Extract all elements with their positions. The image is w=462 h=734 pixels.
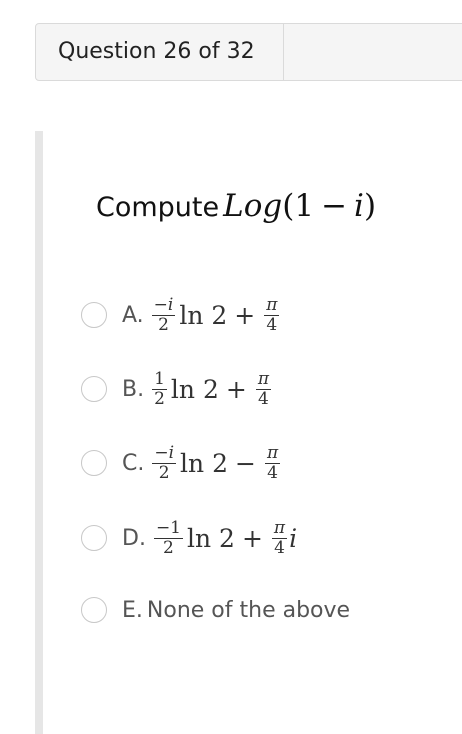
fraction: 1 2 — [152, 368, 167, 409]
ln-term: ln 2 — [180, 448, 228, 478]
expr-close: ) — [363, 188, 377, 224]
fraction-numerator: π — [271, 517, 288, 539]
question-prompt-label: Compute — [96, 192, 220, 223]
option-math: −i 2 ln 2 − π 4 — [150, 442, 282, 483]
question-counter: Question 26 of 32 — [58, 39, 255, 64]
fraction-numerator: −1 — [153, 517, 183, 539]
fraction-denominator: 2 — [158, 462, 170, 483]
question-prompt: Compute Log(1− i) — [96, 187, 376, 227]
option-math: −i 2 ln 2 + π 4 — [150, 294, 282, 335]
imag-unit: i — [289, 523, 298, 553]
fraction-denominator: 4 — [267, 462, 278, 483]
fraction-numerator: π — [264, 442, 281, 464]
answer-option-d[interactable]: D. −1 2 ln 2 + π 4 i — [81, 518, 297, 558]
option-letter: C. — [122, 450, 145, 476]
fraction: π 4 — [264, 294, 280, 335]
ln-term: ln 2 — [170, 374, 219, 404]
expr-fn: Log — [223, 188, 283, 224]
fraction-numerator: 1 — [152, 368, 167, 390]
fraction: π 4 — [255, 368, 272, 409]
radio-button[interactable] — [81, 597, 107, 623]
fraction: −1 2 — [153, 517, 183, 558]
fraction: π 4 — [264, 442, 281, 483]
operator: + — [225, 374, 247, 404]
answer-option-c[interactable]: C. −i 2 ln 2 − π 4 — [81, 443, 282, 483]
fraction-numerator: −i — [151, 294, 176, 316]
option-letter: B. — [122, 376, 145, 402]
fraction-denominator: 4 — [258, 388, 269, 409]
operator: + — [234, 300, 256, 330]
radio-button[interactable] — [81, 450, 107, 476]
fraction-denominator: 4 — [266, 314, 278, 335]
ln-term: ln 2 — [187, 523, 235, 553]
answer-option-b[interactable]: B. 1 2 ln 2 + π 4 — [81, 369, 273, 409]
fraction: −i 2 — [152, 442, 177, 483]
option-letter: A. — [122, 302, 144, 328]
fraction-numerator: −i — [152, 442, 177, 464]
expr-i: i — [354, 188, 364, 224]
question-accent-bar — [35, 131, 43, 734]
option-math: −1 2 ln 2 + π 4 i — [152, 517, 298, 558]
fraction-numerator: π — [264, 294, 280, 316]
question-expression: Log(1− i) — [223, 188, 376, 224]
question-header: Question 26 of 32 — [35, 23, 462, 81]
expr-minus: − — [321, 188, 348, 224]
expr-one: 1 — [294, 188, 315, 224]
fraction: π 4 — [271, 517, 288, 558]
ln-term: ln 2 — [179, 300, 228, 330]
fraction: −i 2 — [151, 294, 176, 335]
fraction-denominator: 2 — [163, 537, 174, 558]
fraction-denominator: 4 — [274, 537, 285, 558]
option-label: None of the above — [146, 597, 351, 623]
header-divider — [283, 24, 284, 80]
expr-open: ( — [282, 188, 295, 224]
operator: + — [241, 523, 263, 553]
option-math: 1 2 ln 2 + π 4 — [150, 368, 273, 409]
fraction-numerator: π — [255, 368, 272, 390]
option-letter: E. — [122, 597, 143, 623]
radio-button[interactable] — [81, 302, 107, 328]
radio-button[interactable] — [81, 525, 107, 551]
radio-button[interactable] — [81, 376, 107, 402]
fraction-denominator: 2 — [158, 314, 169, 335]
fraction-denominator: 2 — [154, 388, 165, 409]
option-letter: D. — [122, 525, 146, 551]
operator: − — [235, 448, 256, 478]
answer-option-e[interactable]: E. None of the above — [81, 590, 350, 630]
answer-option-a[interactable]: A. −i 2 ln 2 + π 4 — [81, 295, 281, 335]
